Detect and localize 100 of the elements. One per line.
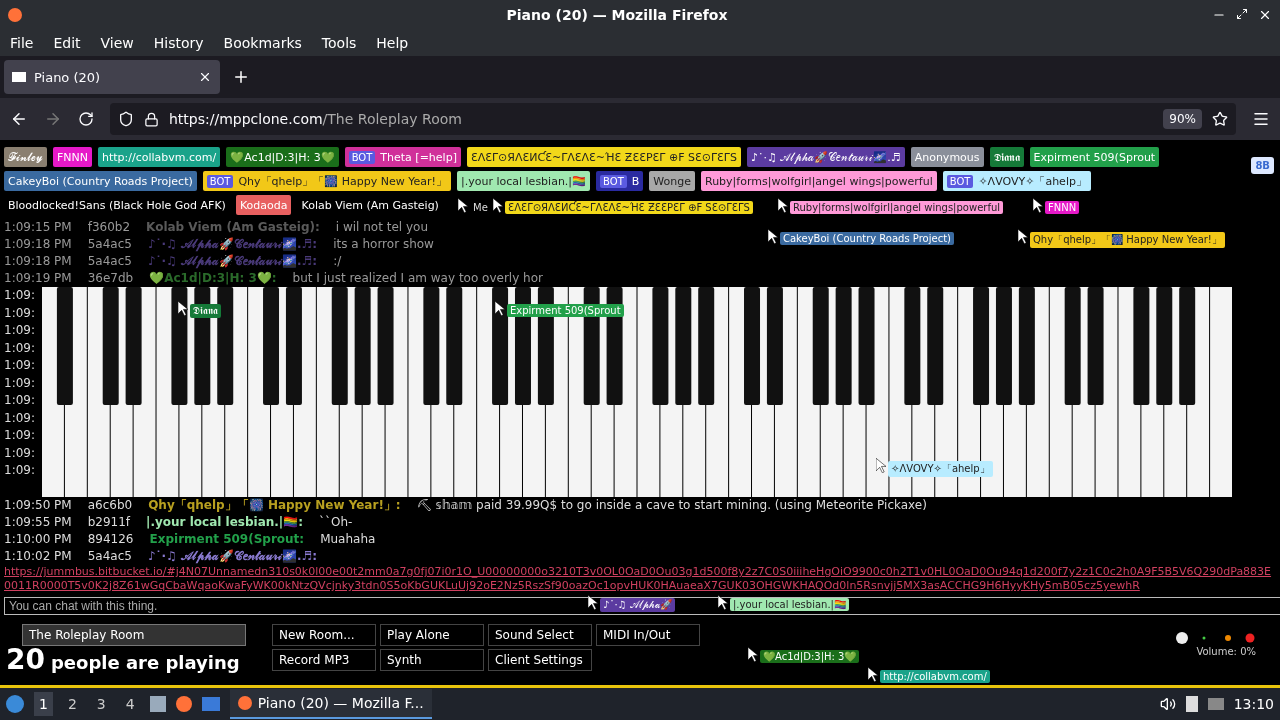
workspace-button[interactable]: 2 bbox=[62, 692, 82, 716]
user-tag[interactable]: Wonge bbox=[649, 171, 695, 191]
user-tag[interactable]: BOT B bbox=[596, 171, 644, 191]
volume-label: Volume: 0% bbox=[1196, 646, 1256, 657]
browser-tab[interactable]: Piano (20) bbox=[4, 60, 220, 94]
menu-item[interactable]: Edit bbox=[47, 34, 87, 51]
cursor-name-tag: Qhy「qhelp」「🎆 Happy New Year!」 bbox=[1030, 232, 1225, 248]
control-button[interactable]: Play Alone bbox=[380, 624, 484, 646]
cursor-name-tag: ♪˙·♫ 𝒜𝓁𝓅𝒽𝒶🚀 bbox=[600, 598, 675, 612]
cursor-icon bbox=[718, 595, 728, 610]
cursor-name-tag: ƐΛƐΓ⊙ЯΛƐИƇƐ~ΓΛƐΛƐ~ΉƐ ƵƐƐPƐΓ ⊕F SƐ⊙ΓƐΓS bbox=[505, 201, 753, 214]
chat-user-id: f360b2 bbox=[87, 219, 131, 236]
close-icon[interactable] bbox=[198, 70, 212, 84]
cursor-icon bbox=[1033, 198, 1043, 213]
zoom-level[interactable]: 90% bbox=[1163, 109, 1202, 129]
user-tag[interactable]: FNNN bbox=[53, 147, 92, 167]
user-tag[interactable]: BOT Qhy「qhelp」「🎆 Happy New Year!」 bbox=[202, 171, 451, 191]
window-title: Piano (20) — Mozilla Firefox bbox=[506, 6, 728, 23]
new-tab-icon[interactable] bbox=[232, 68, 250, 86]
user-tag[interactable]: 💚Ac1d|D:3|H: 3💚 bbox=[226, 147, 339, 167]
chat-text: its a horror show bbox=[333, 236, 434, 253]
corner-button[interactable]: 8B bbox=[1251, 157, 1274, 174]
bot-badge: BOT bbox=[600, 174, 627, 188]
control-button[interactable]: Sound Select bbox=[488, 624, 592, 646]
user-tag[interactable]: |.your local lesbian.|🏳‍🌈 bbox=[457, 171, 591, 191]
menu-item[interactable]: History bbox=[147, 34, 210, 51]
chat-time: 1:09:18 PM bbox=[4, 236, 72, 253]
menu-item[interactable]: Tools bbox=[315, 34, 363, 51]
chat-timestamp: 1:09: bbox=[4, 374, 36, 392]
chat-timestamp: 1:09: bbox=[4, 409, 36, 427]
user-tag[interactable]: 𝓕𝓲𝓷𝓵𝓮𝔂 bbox=[4, 147, 47, 167]
user-tag[interactable]: ƐΛƐΓ⊙ЯΛƐИƇƐ~ΓΛƐΛƐ~ΉƐ ƵƐƐPƐΓ ⊕F SƐ⊙ΓƐΓS bbox=[466, 147, 741, 167]
cursor-name-tag: 𝕯𝖎𝖆𝖓𝖆 bbox=[190, 304, 221, 318]
back-icon[interactable] bbox=[10, 110, 28, 128]
user-tag[interactable]: ♪˙·♫ 𝒜𝓁𝓅𝒽𝒶🚀𝒞𝑒𝓃𝓉𝒶𝓊𝓇𝒾🌌.♬ bbox=[746, 147, 905, 167]
room-select[interactable]: The Roleplay Room bbox=[22, 624, 246, 646]
bot-badge: BOT bbox=[946, 174, 974, 188]
reload-icon[interactable] bbox=[78, 111, 94, 127]
control-button[interactable]: Client Settings bbox=[488, 649, 592, 671]
chat-user-id: 5a4ac5 bbox=[87, 236, 132, 253]
cursor-icon bbox=[495, 301, 505, 316]
chat-username: ♪˙·♫ 𝒜𝓁𝓅𝒽𝒶🚀𝒞𝑒𝓃𝓉𝒶𝓊𝓇𝒾🌌.♬: bbox=[147, 253, 318, 270]
menu-icon[interactable] bbox=[1252, 110, 1270, 128]
workspace-button[interactable]: 4 bbox=[120, 692, 140, 716]
cursor-name-tag: Expirment 509(Sprout bbox=[507, 304, 624, 317]
cursor-icon bbox=[748, 647, 758, 662]
control-button[interactable]: Synth bbox=[380, 649, 484, 671]
workspace-button[interactable]: 3 bbox=[91, 692, 111, 716]
chat-timestamp: 1:09: bbox=[4, 287, 36, 304]
chat-time: 1:09:15 PM bbox=[4, 219, 72, 236]
chat-text: but I just realized I am way too overly hor bbox=[292, 270, 543, 287]
chat-time: 1:10:02 PM bbox=[4, 548, 72, 565]
address-bar[interactable]: https://mppclone.com/The Roleplay Room 90% bbox=[110, 103, 1236, 135]
maximize-icon[interactable] bbox=[1236, 7, 1248, 20]
user-tag[interactable]: 𝕯𝖎𝖆𝖓𝖆 bbox=[989, 147, 1024, 167]
chat-user-id: b2911f bbox=[87, 514, 131, 531]
chat-time: 1:09:18 PM bbox=[4, 253, 72, 270]
user-tag[interactable]: CakeyBoi (Country Roads Project) bbox=[4, 171, 197, 191]
chat-timestamp: 1:09: bbox=[4, 339, 36, 357]
cursor-name-tag: |.your local lesbian.|🏳‍🌈 bbox=[730, 598, 849, 611]
menu-item[interactable]: File bbox=[4, 34, 40, 51]
menu-item[interactable]: Help bbox=[370, 34, 415, 51]
taskbar-window[interactable]: Piano (20) — Mozilla F... bbox=[229, 689, 432, 719]
chat-text: :/ bbox=[333, 253, 342, 270]
chat-username: Kolab Viem (Am Gasteig): bbox=[146, 219, 320, 236]
cursor-name-tag: CakeyBoi (Country Roads Project) bbox=[780, 232, 954, 245]
bot-badge: BOT bbox=[348, 150, 376, 164]
forward-icon[interactable] bbox=[44, 110, 62, 128]
cursor-name-tag: Me bbox=[470, 201, 491, 214]
chat-link[interactable]: https://jummbus.bitbucket.io/#j4N07Unnamedn310s0k0l00e00t2mm0a7g0fj07i0r1O_U00000000o3210T3v0OL0OaD0Ou03g1d500f8y2z7C0S0iiiheHgOiO9900c0h2T1v0HL0OaD0Ou94q1d200f7y2z1C0c2h0A9F5B5V6Q290dPa883E0011R0000T5v0K2j8Z61wGqCbaWqaoKwaFyWK00kNtzQVcjnky3tdn0S5oKbGUKLuUj92oE2Nz5RszSf90oazOc1opvHUK0HAuaeaX7GUK03OHGWKHAQOd0ln5Rsnvjj5MX3asACCHG9H6HyyKHy5mB05cz5yewhR bbox=[4, 565, 1276, 593]
cursor-icon bbox=[493, 198, 503, 213]
menu-item[interactable]: Bookmarks bbox=[217, 34, 308, 51]
cursor-icon bbox=[868, 667, 878, 682]
bookmark-star-icon[interactable] bbox=[1212, 111, 1228, 127]
chat-text: i wil not tel you bbox=[335, 219, 428, 236]
user-tag[interactable]: BOT ✧ΛVOVY✧「ahelp」 bbox=[942, 171, 1091, 191]
speaker-icon[interactable] bbox=[1159, 696, 1176, 712]
chat-time: 1:10:00 PM bbox=[4, 531, 72, 548]
chat-text: Muahaha bbox=[320, 531, 376, 548]
control-button[interactable]: New Room... bbox=[272, 624, 376, 646]
volume-slider-icon[interactable] bbox=[1176, 632, 1256, 644]
control-button[interactable]: MIDI In/Out bbox=[596, 624, 700, 646]
bot-badge: BOT bbox=[206, 174, 234, 188]
chat-timestamp: 1:09: bbox=[4, 322, 36, 339]
chat-username: Qhy「qhelp」「🎆 Happy New Year!」: bbox=[148, 497, 401, 514]
workspace-button[interactable]: 1 bbox=[34, 692, 53, 716]
user-tag[interactable]: Ruby|forms|wolfgirl|angel wings|powerful bbox=[701, 171, 937, 191]
chat-timestamp: 1:09: bbox=[4, 304, 36, 322]
chat-username: ♪˙·♫ 𝒜𝓁𝓅𝒽𝒶🚀𝒞𝑒𝓃𝓉𝒶𝓊𝓇𝒾🌌.♬: bbox=[147, 236, 318, 253]
chat-timestamp: 1:09: bbox=[4, 357, 36, 374]
cursor-name-tag: 💚Ac1d|D:3|H: 3💚 bbox=[760, 650, 860, 663]
chat-text: ⛏ 𝕤𝕙𝕒𝕞 paid 39.99Q$ to go inside a cave to start mining. (using Meteorite Pickaxe) bbox=[416, 497, 927, 514]
chat-time: 1:09:19 PM bbox=[4, 270, 72, 287]
lock-icon bbox=[144, 111, 159, 127]
menu-item[interactable]: View bbox=[94, 34, 140, 51]
cursor-icon bbox=[876, 458, 886, 473]
user-tag[interactable]: BOT Theta [=help] bbox=[344, 147, 461, 167]
control-button[interactable]: Record MP3 bbox=[272, 649, 376, 671]
cursor-icon bbox=[1018, 229, 1028, 244]
chat-timestamp: 1:09: bbox=[4, 392, 36, 409]
